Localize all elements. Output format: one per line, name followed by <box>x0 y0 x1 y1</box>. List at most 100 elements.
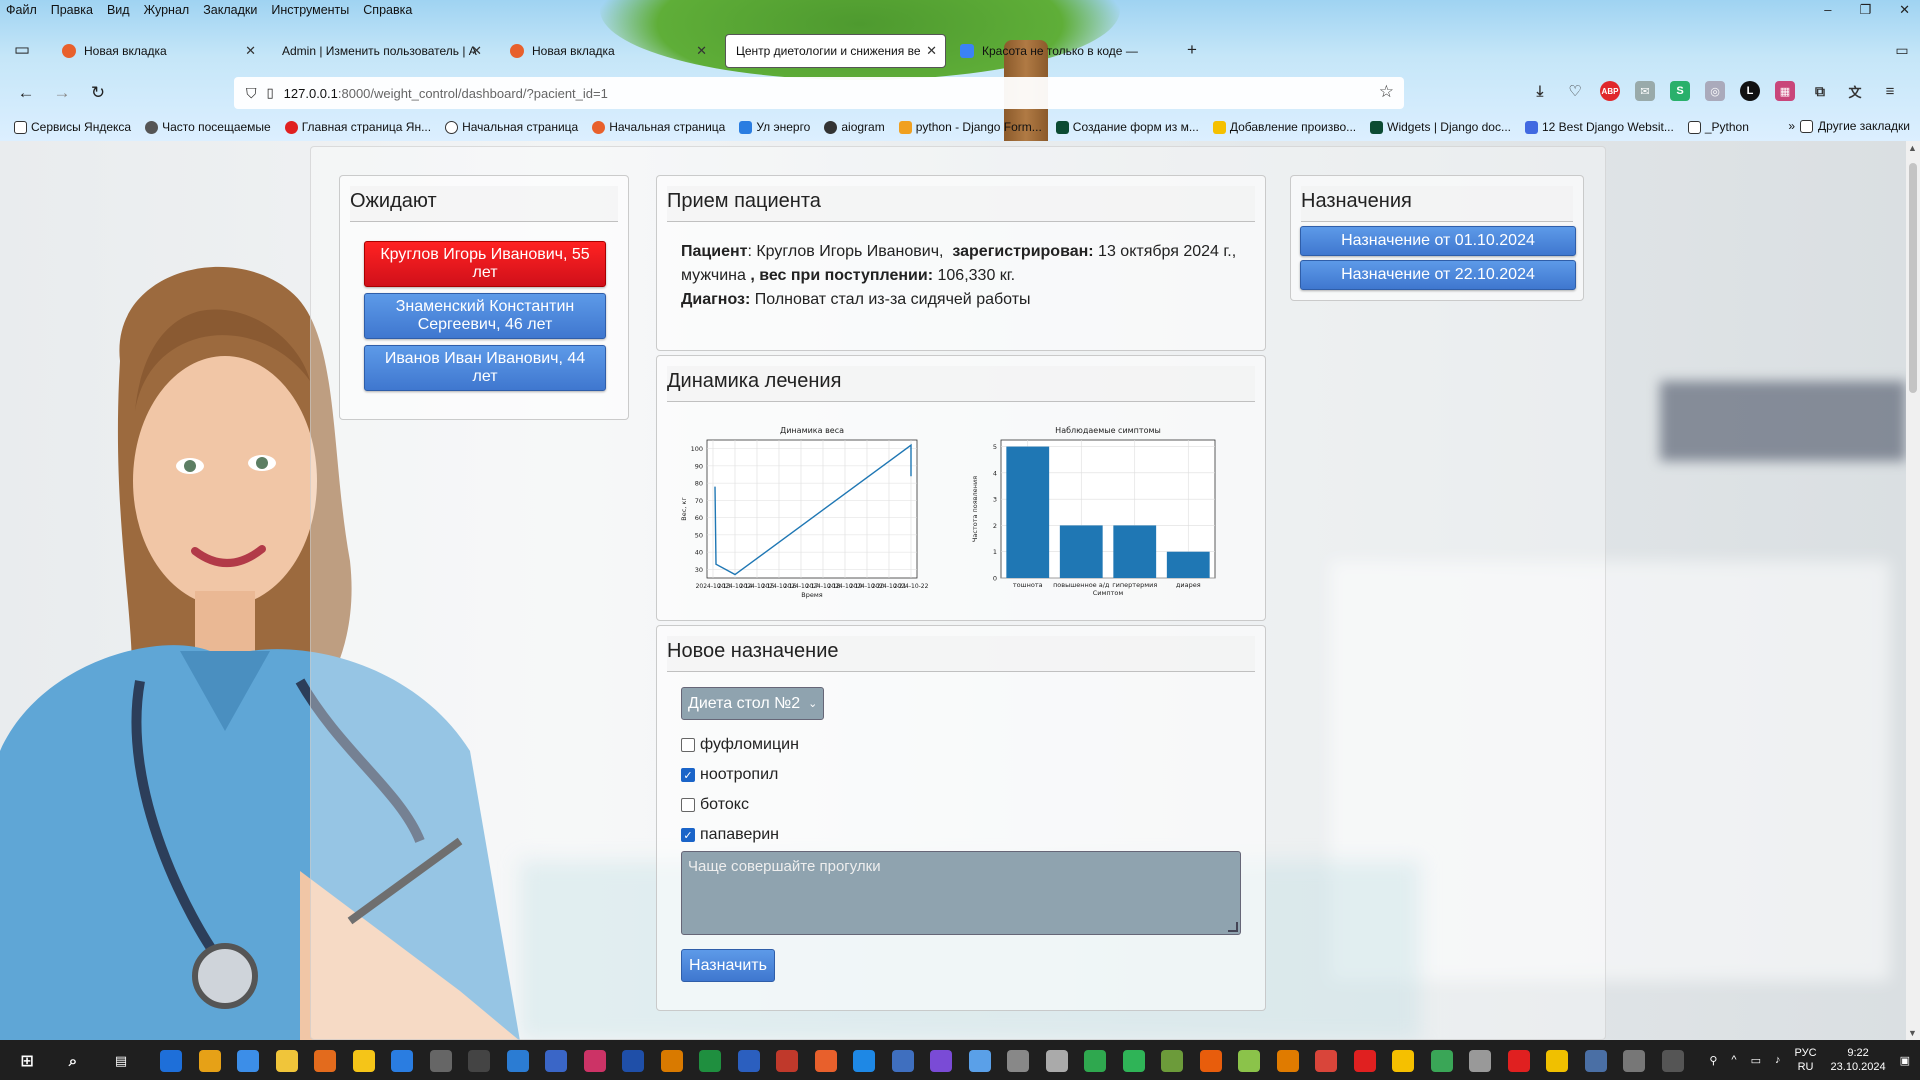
tab-active-dashboard[interactable]: Центр диетологии и снижения вес ✕ <box>725 34 946 68</box>
menu-edit[interactable]: Правка <box>51 3 93 17</box>
checkbox[interactable]: ✓ <box>681 828 695 842</box>
taskbar-app-icon[interactable] <box>1353 1050 1376 1072</box>
taskbar-app-icon[interactable] <box>1661 1050 1684 1072</box>
person-icon[interactable]: ⚲ <box>1709 1054 1717 1067</box>
s-extension-icon[interactable]: S <box>1670 81 1690 101</box>
tab-new-2[interactable]: Новая вкладка ✕ <box>500 34 715 68</box>
close-window-button[interactable]: ✕ <box>1899 2 1910 18</box>
menu-view[interactable]: Вид <box>107 3 130 17</box>
taskbar-app-icon[interactable] <box>1546 1050 1568 1072</box>
translate-icon[interactable]: 文 <box>1845 81 1865 101</box>
taskbar-app-icon[interactable] <box>314 1050 336 1072</box>
menu-help[interactable]: Справка <box>363 3 412 17</box>
reload-icon[interactable]: ↻ <box>86 81 110 105</box>
input-language[interactable]: РУС RU <box>1795 1046 1817 1074</box>
windows-start-icon[interactable]: ⊞ <box>16 1050 38 1072</box>
bookmark-item[interactable]: Ул энерго <box>739 120 810 134</box>
taskbar-app-icon[interactable] <box>198 1050 221 1072</box>
taskbar-app-icon[interactable] <box>429 1050 452 1072</box>
drug-checkbox-row[interactable]: ✓ ноотропил <box>681 766 778 784</box>
taskbar-app-icon[interactable] <box>506 1050 529 1072</box>
taskbar-app-icon[interactable] <box>160 1050 182 1072</box>
prescription-button[interactable]: Назначение от 22.10.2024 <box>1300 260 1576 290</box>
taskbar-app-icon[interactable] <box>1238 1050 1260 1072</box>
taskbar-app-icon[interactable] <box>583 1050 606 1072</box>
taskbar-app-icon[interactable] <box>275 1050 298 1072</box>
taskbar-app-icon[interactable] <box>468 1050 490 1072</box>
taskbar-app-icon[interactable] <box>891 1050 914 1072</box>
taskbar-app-icon[interactable] <box>1007 1050 1029 1072</box>
tab-close-icon[interactable]: ✕ <box>926 43 937 59</box>
bookmark-star-icon[interactable]: ☆ <box>1379 82 1394 102</box>
taskbar-app-icon[interactable] <box>622 1050 644 1072</box>
resize-grip-icon[interactable] <box>1228 922 1238 932</box>
checkbox[interactable]: ✓ <box>681 768 695 782</box>
taskbar-app-icon[interactable] <box>1276 1050 1299 1072</box>
patient-button-active[interactable]: Круглов Игорь Иванович, 55 лет <box>364 241 606 287</box>
checkbox[interactable] <box>681 738 695 752</box>
notes-textarea[interactable]: Чаще совершайте прогулки <box>681 851 1241 935</box>
taskbar-app-icon[interactable] <box>776 1050 798 1072</box>
diet-select[interactable]: Диета стол №2 ⌄ <box>681 687 824 720</box>
chevron-right-icon[interactable]: » <box>1788 119 1795 133</box>
patient-button[interactable]: Иванов Иван Иванович, 44 лет <box>364 345 606 391</box>
back-arrow-icon[interactable]: ← <box>14 81 38 105</box>
bookmark-item[interactable]: Главная страница Ян... <box>284 120 431 134</box>
address-bar[interactable]: ⛉ ▯ 127.0.0.1:8000/weight_control/dashbo… <box>234 77 1404 109</box>
network-icon[interactable]: ▭ <box>1751 1054 1761 1067</box>
prescription-button[interactable]: Назначение от 01.10.2024 <box>1300 226 1576 256</box>
bookmark-item[interactable]: _Python <box>1687 120 1749 134</box>
menu-file[interactable]: Файл <box>6 3 37 17</box>
task-view-icon[interactable]: ▤ <box>110 1050 132 1072</box>
taskbar-app-icon[interactable] <box>699 1050 721 1072</box>
app-menu-icon[interactable]: ≡ <box>1880 81 1900 101</box>
tab-new-1[interactable]: Новая вкладка ✕ <box>52 34 264 68</box>
new-tab-plus-icon[interactable]: + <box>1180 38 1204 62</box>
tab-overview-icon[interactable]: ▭ <box>1890 38 1914 62</box>
forward-arrow-icon[interactable]: → <box>50 81 74 105</box>
chevron-up-icon[interactable]: ^ <box>1731 1054 1736 1066</box>
drug-checkbox-row[interactable]: фуфломицин <box>681 736 799 754</box>
bookmark-item[interactable]: Часто посещаемые <box>145 120 271 134</box>
drug-checkbox-row[interactable]: ✓ папаверин <box>681 826 779 844</box>
taskbar-app-icon[interactable] <box>1392 1050 1414 1072</box>
taskbar-app-icon[interactable] <box>1045 1050 1068 1072</box>
globe-extension-icon[interactable]: ◎ <box>1705 81 1725 101</box>
bookmark-item[interactable]: Создание форм из м... <box>1055 120 1199 134</box>
taskbar-app-icon[interactable] <box>1161 1050 1183 1072</box>
page-scrollbar[interactable]: ▲ ▼ <box>1906 141 1920 1040</box>
minimize-button[interactable]: – <box>1824 2 1831 18</box>
taskbar-app-icon[interactable] <box>660 1050 683 1072</box>
other-bookmarks[interactable]: » Другие закладки <box>1788 119 1910 133</box>
tab-list-icon[interactable]: ▭ <box>10 38 34 62</box>
taskbar-app-icon[interactable] <box>545 1050 567 1072</box>
bookmark-item[interactable]: Сервисы Яндекса <box>14 120 131 134</box>
adblock-icon[interactable]: ABP <box>1600 81 1620 101</box>
taskbar-app-icon[interactable] <box>1469 1050 1491 1072</box>
bookmark-item[interactable]: Начальная страница <box>592 120 725 134</box>
taskbar-app-icon[interactable] <box>930 1050 952 1072</box>
bookmark-item[interactable]: Начальная страница <box>445 120 578 134</box>
checkbox[interactable] <box>681 798 695 812</box>
bookmark-item[interactable]: Widgets | Django doc... <box>1370 120 1511 134</box>
menu-history[interactable]: Журнал <box>144 3 190 17</box>
patient-button[interactable]: Знаменский Константин Сергеевич, 46 лет <box>364 293 606 339</box>
bookmark-item[interactable]: Добавление произво... <box>1212 120 1356 134</box>
taskbar-app-icon[interactable] <box>814 1050 837 1072</box>
taskbar-app-icon[interactable] <box>1584 1050 1607 1072</box>
assign-button[interactable]: Назначить <box>681 949 775 982</box>
taskbar-app-icon[interactable] <box>968 1050 991 1072</box>
taskbar-app-icon[interactable] <box>352 1050 375 1072</box>
menu-bookmarks[interactable]: Закладки <box>203 3 257 17</box>
taskbar-app-icon[interactable] <box>1084 1050 1106 1072</box>
notifications-icon[interactable]: ▣ <box>1900 1054 1910 1067</box>
shield-icon[interactable]: ⛉ <box>246 85 257 102</box>
color-extension-icon[interactable]: ▦ <box>1775 81 1795 101</box>
taskbar-app-icon[interactable] <box>1507 1050 1530 1072</box>
bookmark-item[interactable]: 12 Best Django Websit... <box>1524 120 1674 134</box>
maximize-button[interactable]: ❐ <box>1859 2 1871 18</box>
scroll-down-icon[interactable]: ▼ <box>1908 1028 1917 1038</box>
puzzle-extensions-icon[interactable]: ⧉ <box>1810 81 1830 101</box>
bookmark-item[interactable]: python - Django Form... <box>898 120 1042 134</box>
taskbar-app-icon[interactable] <box>1122 1050 1145 1072</box>
